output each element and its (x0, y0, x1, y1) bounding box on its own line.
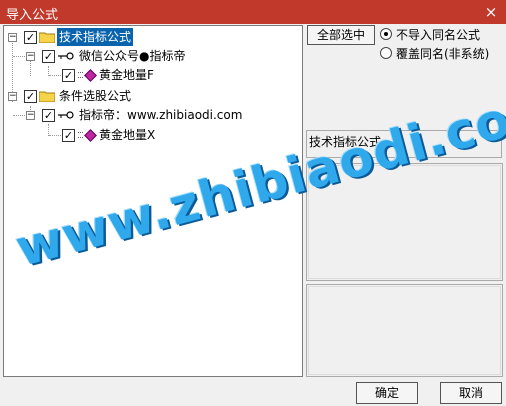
node-label: 指标帝：www.zhibiaodi.com (79, 108, 243, 122)
select-all-button[interactable]: 全部选中 (307, 25, 375, 45)
collapse-icon[interactable]: − (8, 33, 17, 42)
preview-panel (306, 284, 503, 377)
tree-connector (49, 135, 61, 136)
tree-node-formula-f[interactable]: ✓ 黄金地量F (4, 66, 300, 84)
collapse-icon[interactable]: − (26, 52, 35, 61)
formula-icon (84, 69, 97, 82)
node-label: 黄金地量F (99, 68, 154, 82)
close-button[interactable]: × (478, 2, 504, 22)
node-label: 黄金地量X (99, 128, 156, 142)
tree-node-technical-formulas[interactable]: − ✓ 技术指标公式 (4, 28, 300, 46)
tree-connector (78, 132, 83, 133)
node-checkbox[interactable]: ✓ (62, 129, 75, 142)
tree-connector (49, 75, 61, 76)
node-checkbox[interactable]: ✓ (62, 69, 75, 82)
tree-node-screening-formulas[interactable]: − ✓ 条件选股公式 (4, 87, 300, 105)
key-icon (58, 111, 74, 119)
key-icon (58, 52, 74, 60)
tree-node-formula-x[interactable]: ✓ 黄金地量X (4, 126, 300, 144)
node-checkbox[interactable]: ✓ (24, 90, 37, 103)
collapse-icon[interactable]: − (8, 92, 17, 101)
node-label: 技术指标公式 (57, 28, 134, 46)
overwrite-radio[interactable] (380, 47, 392, 59)
tree-connector (78, 72, 83, 73)
tree-connector (13, 115, 25, 116)
ok-button[interactable]: 确定 (356, 382, 418, 404)
tree-node-wechat[interactable]: − ✓ 微信公众号●指标帝 (4, 47, 300, 65)
skip-duplicates-label: 不导入同名公式 (396, 28, 481, 42)
cancel-button[interactable]: 取消 (440, 382, 502, 404)
title-bar: 导入公式 × (0, 0, 506, 24)
tree-node-zhibiaodi[interactable]: − ✓ 指标帝：www.zhibiaodi.com (4, 106, 300, 124)
node-label: 微信公众号●指标帝 (79, 49, 186, 63)
node-checkbox[interactable]: ✓ (42, 50, 55, 63)
window-title: 导入公式 (6, 8, 59, 23)
collapse-icon[interactable]: − (26, 111, 35, 120)
folder-icon (39, 91, 55, 102)
tree-connector (78, 137, 83, 138)
tree-connector (13, 56, 25, 57)
node-label: 条件选股公式 (59, 89, 132, 103)
folder-icon (39, 32, 55, 43)
formula-icon (84, 129, 97, 142)
node-checkbox[interactable]: ✓ (42, 109, 55, 122)
skip-duplicates-radio[interactable] (380, 28, 392, 40)
overwrite-label: 覆盖同名(非系统) (396, 47, 490, 61)
node-checkbox[interactable]: ✓ (24, 31, 37, 44)
tree-connector (78, 77, 83, 78)
